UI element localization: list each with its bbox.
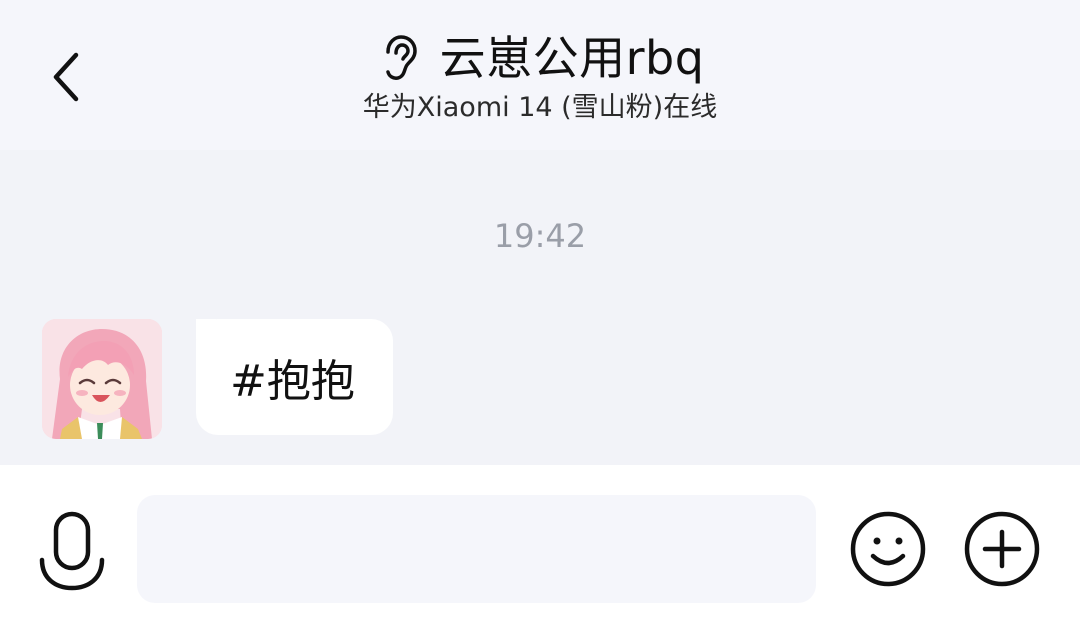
input-bar [0, 465, 1080, 633]
message-list[interactable]: 19:42 #抱抱 [0, 150, 1080, 465]
microphone-icon [39, 511, 105, 591]
more-button[interactable] [963, 510, 1041, 588]
plus-circle-icon [964, 511, 1040, 587]
ear-icon[interactable] [376, 32, 422, 84]
chat-title: 云崽公用rbq [439, 31, 705, 85]
smiley-icon [850, 511, 926, 587]
avatar[interactable] [42, 319, 162, 439]
online-status: 华为Xiaomi 14 (雪山粉)在线 [362, 92, 718, 123]
title-row: 云崽公用rbq [0, 28, 1080, 88]
message-input[interactable] [137, 495, 816, 603]
chat-header: 云崽公用rbq 华为Xiaomi 14 (雪山粉)在线 [0, 0, 1080, 150]
voice-button[interactable] [34, 507, 110, 597]
message-timestamp: 19:42 [493, 217, 587, 255]
message-bubble[interactable]: #抱抱 [196, 319, 393, 435]
message-text: #抱抱 [230, 356, 355, 407]
emoji-button[interactable] [849, 510, 927, 588]
